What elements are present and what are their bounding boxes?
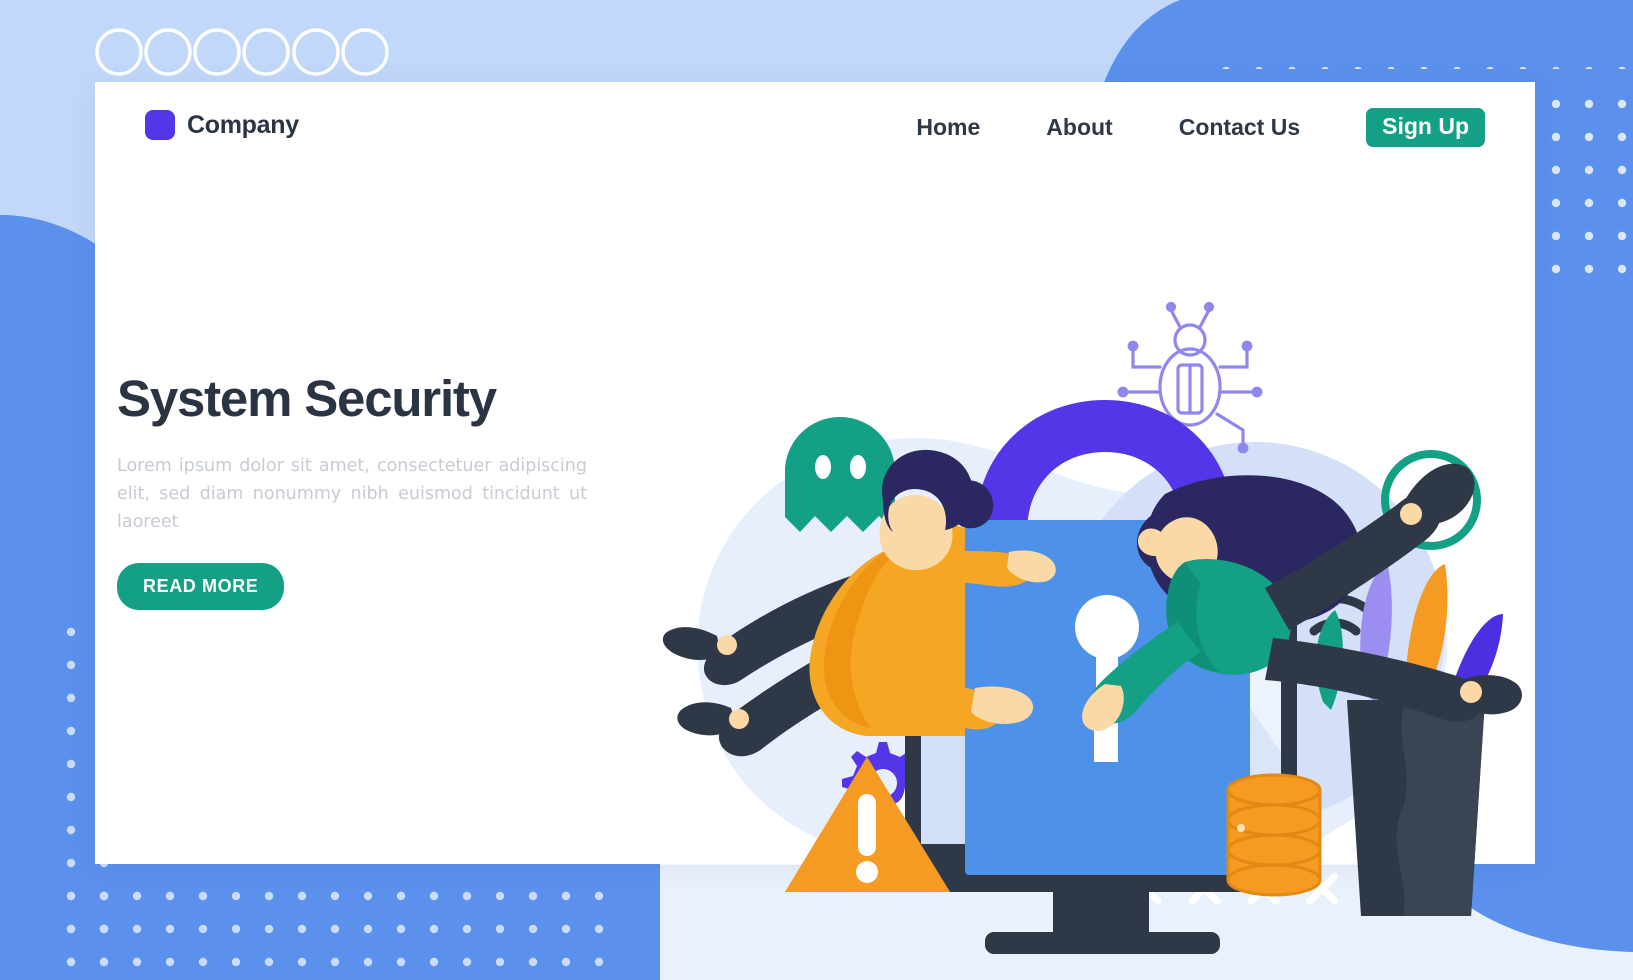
- hero-illustration: [605, 232, 1522, 954]
- hero-section: System Security Lorem ipsum dolor sit am…: [117, 372, 637, 610]
- nav-link-home[interactable]: Home: [916, 114, 980, 141]
- brand[interactable]: Company: [145, 110, 299, 140]
- nav-item-home[interactable]: Home: [916, 114, 980, 141]
- nav-links: Home About Contact Us Sign Up: [916, 108, 1485, 148]
- square-logo-icon: [145, 110, 175, 140]
- brand-name: Company: [187, 110, 299, 139]
- page-root: Company Home About Contact Us Sign Up Sy…: [0, 0, 1633, 980]
- security-illustration: [662, 301, 1522, 954]
- nav-item-signup[interactable]: Sign Up: [1366, 108, 1485, 148]
- nav-item-contact-us[interactable]: Contact Us: [1179, 114, 1300, 141]
- ghost-icon: [785, 417, 895, 532]
- nav-link-about[interactable]: About: [1046, 114, 1112, 141]
- nav-item-about[interactable]: About: [1046, 114, 1112, 141]
- database-icon: [1226, 773, 1322, 897]
- hero-subtitle: Lorem ipsum dolor sit amet, consectetuer…: [117, 455, 587, 533]
- signup-button[interactable]: Sign Up: [1366, 108, 1485, 148]
- landing-card: Company Home About Contact Us Sign Up Sy…: [95, 82, 1535, 954]
- nav-link-contact-us[interactable]: Contact Us: [1179, 114, 1300, 141]
- page-title: System Security: [117, 370, 497, 427]
- read-more-button[interactable]: READ MORE: [117, 562, 285, 610]
- navbar: Company Home About Contact Us Sign Up: [95, 82, 1535, 182]
